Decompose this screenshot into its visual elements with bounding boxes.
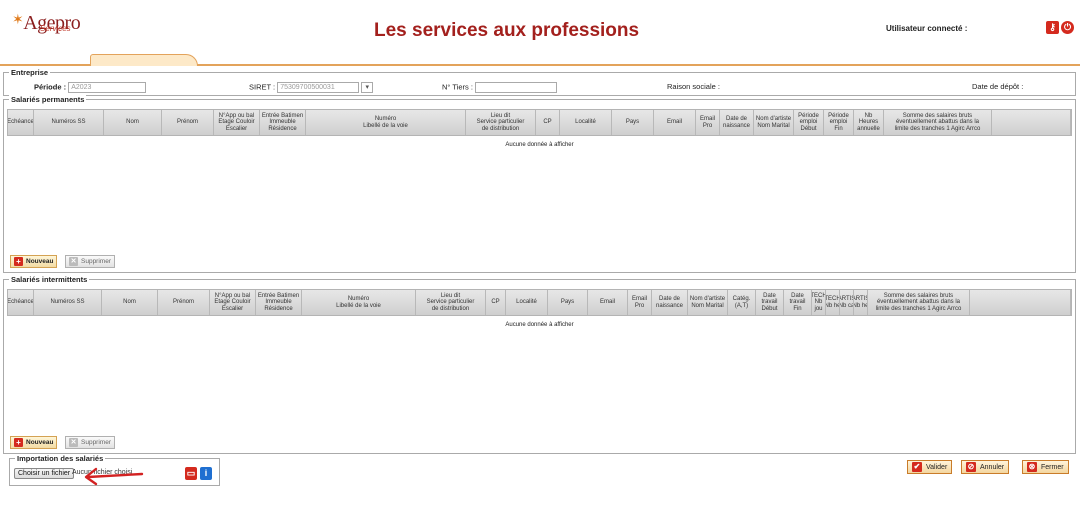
intermittents-col-header[interactable]: ARTIS Nb ca [840, 290, 854, 315]
download-icon[interactable]: ▭ [185, 467, 197, 480]
periode-input[interactable]: A2023 [68, 82, 147, 93]
close-icon: ⊗ [1027, 462, 1037, 472]
permanents-col-header[interactable]: Email Pro [696, 110, 720, 135]
intermittents-col-header[interactable]: N°App ou bal Etage Couloir Escalier [210, 290, 256, 315]
permanents-col-header[interactable]: Localité [560, 110, 612, 135]
permanents-col-header[interactable]: Entrée Batimen Immeuble Résidence [260, 110, 306, 135]
permanents-col-header[interactable]: Prénom [162, 110, 214, 135]
intermittents-col-header[interactable]: Date travail Fin [784, 290, 812, 315]
cancel-icon: ⊘ [966, 462, 976, 472]
siret-select[interactable]: 75309700500031 [277, 82, 360, 93]
permanents-col-header[interactable]: Nb Heures annuelle [854, 110, 884, 135]
intermittents-col-header[interactable]: Email Pro [628, 290, 652, 315]
intermittents-col-header[interactable]: Lieu dit Service particulier de distribu… [416, 290, 486, 315]
intermittents-col-header[interactable]: Date de naissance [652, 290, 688, 315]
permanents-col-header[interactable]: Période emploi Fin [824, 110, 854, 135]
intermittents-col-header[interactable]: Nom [102, 290, 158, 315]
choose-file-button[interactable]: Choisir un fichier [14, 468, 75, 479]
intermittents-col-header[interactable]: Numéros SS [34, 290, 102, 315]
permanents-col-header[interactable]: Période emploi Début [794, 110, 824, 135]
tab-bar [0, 54, 1080, 66]
delete-icon: ✕ [69, 257, 78, 266]
entreprise-section: Entreprise Période : A2023 SIRET : 75309… [3, 68, 1076, 96]
cancel-button[interactable]: ⊘ Annuler [961, 460, 1010, 474]
permanents-col-header[interactable]: Nom [104, 110, 162, 135]
permanents-col-header[interactable]: Email [654, 110, 696, 135]
intermittents-col-header[interactable]: TECH Nb he [826, 290, 840, 315]
permanents-section: Salariés permanents Echéance Numéros SS No… [3, 95, 1076, 273]
intermittents-col-header[interactable]: Entrée Batimen Immeuble Résidence [256, 290, 302, 315]
permanents-col-header[interactable]: Pays [612, 110, 654, 135]
intermittents-empty-message: Aucune donnée à afficher [505, 322, 574, 328]
intermittents-col-header[interactable]: Email [588, 290, 628, 315]
power-icon[interactable]: ⏻ [1061, 21, 1074, 34]
page-title: Les services aux professions [374, 20, 640, 41]
intermittents-col-header[interactable]: Somme des salaires bruts éventuellement … [868, 290, 970, 315]
permanents-col-header[interactable]: N°App ou bal Etage Couloir Escalier [214, 110, 260, 135]
check-icon: ✔ [912, 462, 922, 472]
tiers-input[interactable] [475, 82, 558, 93]
intermittents-col-header[interactable]: Localité [506, 290, 548, 315]
raison-sociale-label: Raison sociale : [667, 82, 720, 91]
validate-button[interactable]: ✔ Valider [907, 460, 953, 474]
arrow-annotation-icon [84, 467, 144, 486]
permanents-legend: Salariés permanents [9, 95, 87, 104]
info-icon[interactable]: i [200, 467, 212, 480]
permanents-grid-header: Echéance Numéros SS Nom Prénom N°App ou bal … [7, 109, 1072, 136]
intermittents-new-button[interactable]: + Nouveau [10, 436, 58, 449]
import-legend: Importation des salariés [15, 454, 106, 463]
permanents-col-header[interactable]: Echéance [8, 110, 34, 135]
permanents-delete-button[interactable]: ✕ Supprimer [65, 255, 115, 268]
periode-field: Période : A2023 [34, 82, 147, 93]
add-icon: + [14, 438, 23, 447]
delete-icon: ✕ [69, 438, 78, 447]
add-icon: + [14, 257, 23, 266]
intermittents-legend: Salariés intermittents [9, 275, 90, 284]
permanents-col-header[interactable]: CP [536, 110, 560, 135]
app-header: ✶Agepro Services Les services aux profes… [0, 0, 1080, 54]
intermittents-col-header[interactable]: Catég. (A,T) [728, 290, 756, 315]
permanents-col-header[interactable]: Nom d'artiste Nom Marital [754, 110, 794, 135]
intermittents-section: Salariés intermittents Echéance Numéros S… [3, 275, 1076, 454]
intermittents-col-header[interactable]: Prénom [158, 290, 210, 315]
permanents-col-header[interactable]: Numéros SS [34, 110, 104, 135]
intermittents-grid-header: Echéance Numéros SS Nom Prénom N°App ou bal … [7, 289, 1072, 316]
permanents-empty-message: Aucune donnée à afficher [505, 142, 574, 148]
entreprise-legend: Entreprise [9, 68, 51, 77]
connected-user-label: Utilisateur connecté : [886, 24, 968, 33]
siret-field: SIRET : 75309700500031 ▾ [249, 82, 374, 93]
intermittents-col-header[interactable]: CP [486, 290, 506, 315]
intermittents-col-header[interactable]: Pays [548, 290, 588, 315]
intermittents-col-header[interactable] [970, 290, 1071, 315]
key-icon[interactable]: ⚷ [1046, 21, 1059, 34]
intermittents-col-header[interactable]: Nom d'artiste Nom Marital [688, 290, 728, 315]
tiers-field: N° Tiers : [442, 82, 558, 93]
chevron-down-icon[interactable]: ▾ [361, 82, 374, 93]
permanents-col-header[interactable] [992, 110, 1071, 135]
date-depot-label: Date de dépôt : [972, 82, 1024, 91]
permanents-col-header[interactable]: Lieu dit Service particulier de distribu… [466, 110, 536, 135]
intermittents-delete-button[interactable]: ✕ Supprimer [65, 436, 115, 449]
close-button[interactable]: ⊗ Fermer [1022, 460, 1069, 474]
intermittents-col-header[interactable]: Numéro Libellé de la voie [302, 290, 416, 315]
intermittents-col-header[interactable]: ARTIS Nb he [854, 290, 868, 315]
permanents-new-button[interactable]: + Nouveau [10, 255, 58, 268]
permanents-col-header[interactable]: Somme des salaires bruts éventuellement … [884, 110, 992, 135]
permanents-col-header[interactable]: Date de naissance [720, 110, 754, 135]
logo-subtitle: Services [40, 24, 71, 33]
intermittents-col-header[interactable]: Echéance [8, 290, 34, 315]
permanents-col-header[interactable]: Numéro Libellé de la voie [306, 110, 466, 135]
intermittents-col-header[interactable]: Date travail Début [756, 290, 784, 315]
intermittents-col-header[interactable]: TECH Nb jou [812, 290, 826, 315]
tab-active[interactable] [90, 54, 198, 66]
